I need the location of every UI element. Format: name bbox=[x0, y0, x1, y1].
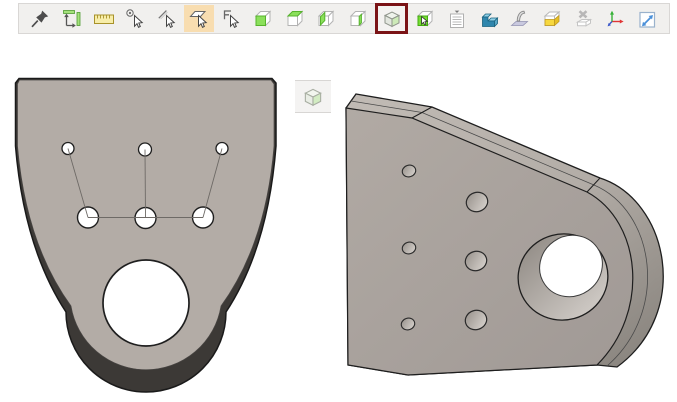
view-isometric-button[interactable] bbox=[375, 3, 408, 34]
ruler-icon bbox=[93, 8, 115, 30]
view-left-button[interactable] bbox=[311, 5, 341, 32]
cube-left-plane-green-icon bbox=[315, 8, 337, 30]
isometric-3d-view[interactable] bbox=[346, 94, 663, 375]
pin-button[interactable] bbox=[25, 5, 55, 32]
unfold-button[interactable] bbox=[505, 5, 535, 32]
select-feature-button[interactable] bbox=[216, 5, 246, 32]
select-3d-face-button[interactable] bbox=[410, 5, 440, 32]
model-canvas[interactable] bbox=[0, 40, 677, 402]
fold-sheet-plane-icon bbox=[509, 8, 531, 30]
cube-right-plane-green-icon bbox=[347, 8, 369, 30]
fit-extents-icon bbox=[61, 8, 83, 30]
cursor-face-icon bbox=[188, 8, 210, 30]
section-view-button[interactable] bbox=[474, 5, 504, 32]
yellow-box-icon bbox=[541, 8, 563, 30]
select-face-button[interactable] bbox=[184, 5, 214, 32]
cursor-edge-icon bbox=[156, 8, 178, 30]
delete-body-button bbox=[569, 5, 599, 32]
shaded-view-mini-button[interactable] bbox=[295, 80, 331, 113]
pop-out-button[interactable] bbox=[633, 5, 663, 32]
origin-triad-button[interactable] bbox=[601, 5, 631, 32]
view-front-button[interactable] bbox=[248, 5, 278, 32]
annotations-button[interactable] bbox=[442, 5, 472, 32]
pushpin-icon bbox=[29, 8, 51, 30]
cursor-feature-icon bbox=[220, 8, 242, 30]
diagonal-arrows-icon bbox=[637, 8, 659, 30]
show-solid-button[interactable] bbox=[537, 5, 567, 32]
cad-viewer-window: { "app": { "kind": "cad-viewer", "visibl… bbox=[0, 0, 677, 402]
shaded-cube-icon bbox=[381, 8, 403, 30]
cursor-vertex-icon bbox=[124, 8, 146, 30]
blue-l-solid-icon bbox=[478, 8, 500, 30]
xyz-triad-icon bbox=[605, 8, 627, 30]
view-right-button[interactable] bbox=[343, 5, 373, 32]
fit-view-button[interactable] bbox=[57, 5, 87, 32]
cube-front-face-green-icon bbox=[252, 8, 274, 30]
select-vertex-button[interactable] bbox=[120, 5, 150, 32]
view-top-button[interactable] bbox=[280, 5, 310, 32]
main-toolbar bbox=[18, 3, 670, 34]
cursor-green-face-cube-icon bbox=[414, 8, 436, 30]
pale-shaded-cube-icon bbox=[301, 85, 325, 109]
front-2d-view[interactable] bbox=[16, 79, 277, 393]
x-over-box-icon bbox=[573, 8, 595, 30]
cube-top-face-green-icon bbox=[284, 8, 306, 30]
measure-button[interactable] bbox=[89, 5, 119, 32]
document-lines-dropdown-icon bbox=[446, 8, 468, 30]
hole-large[interactable] bbox=[103, 260, 189, 346]
select-edge-button[interactable] bbox=[152, 5, 182, 32]
